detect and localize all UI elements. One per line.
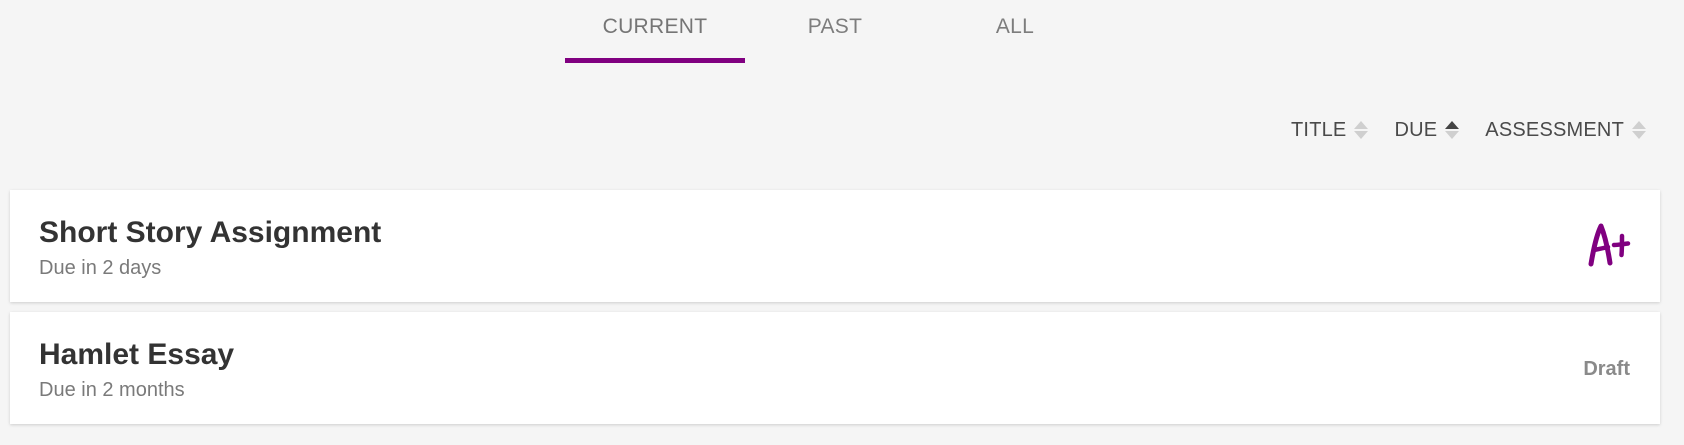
- assignment-list: Short Story Assignment Due in 2 days A+ …: [10, 190, 1660, 434]
- assignment-due: Due in 2 months: [39, 379, 185, 401]
- assignment-card[interactable]: Hamlet Essay Due in 2 months Draft: [10, 312, 1660, 424]
- sort-by-title-button[interactable]: TITLE: [1291, 118, 1369, 142]
- sort-up-icon: [1354, 121, 1369, 129]
- sort-down-icon: [1354, 131, 1369, 139]
- tab-label: CURRENT: [602, 15, 708, 38]
- assignment-title: Short Story Assignment: [39, 216, 382, 249]
- sort-arrows-icon: [1354, 121, 1369, 139]
- sort-arrows-icon: [1445, 121, 1460, 139]
- assessment-status: Draft: [1583, 358, 1630, 380]
- sort-label: TITLE: [1291, 119, 1347, 141]
- assignment-due: Due in 2 days: [39, 257, 162, 279]
- sort-bar: TITLE DUE ASSESSMENT: [1291, 118, 1646, 142]
- sort-by-assessment-button[interactable]: ASSESSMENT: [1485, 118, 1646, 142]
- sort-arrows-icon: [1632, 121, 1646, 139]
- tab-label: ALL: [995, 15, 1035, 38]
- tab-past[interactable]: PAST: [745, 0, 925, 63]
- tab-all[interactable]: ALL: [925, 0, 1105, 63]
- tab-label: PAST: [807, 15, 863, 38]
- sort-by-due-button[interactable]: DUE: [1394, 118, 1460, 142]
- assignment-title: Hamlet Essay: [39, 338, 235, 371]
- tab-bar: CURRENT PAST ALL: [565, 0, 1105, 64]
- grade-badge: A+: [1588, 223, 1631, 267]
- sort-label: DUE: [1394, 119, 1438, 141]
- assignment-card[interactable]: Short Story Assignment Due in 2 days A+: [10, 190, 1660, 302]
- active-tab-indicator: [565, 58, 745, 63]
- sort-down-icon: [1445, 131, 1460, 139]
- sort-down-icon: [1632, 131, 1646, 139]
- sort-up-icon: [1445, 121, 1460, 129]
- tab-current[interactable]: CURRENT: [565, 0, 745, 63]
- sort-up-icon: [1632, 121, 1646, 129]
- sort-label: ASSESSMENT: [1485, 119, 1624, 141]
